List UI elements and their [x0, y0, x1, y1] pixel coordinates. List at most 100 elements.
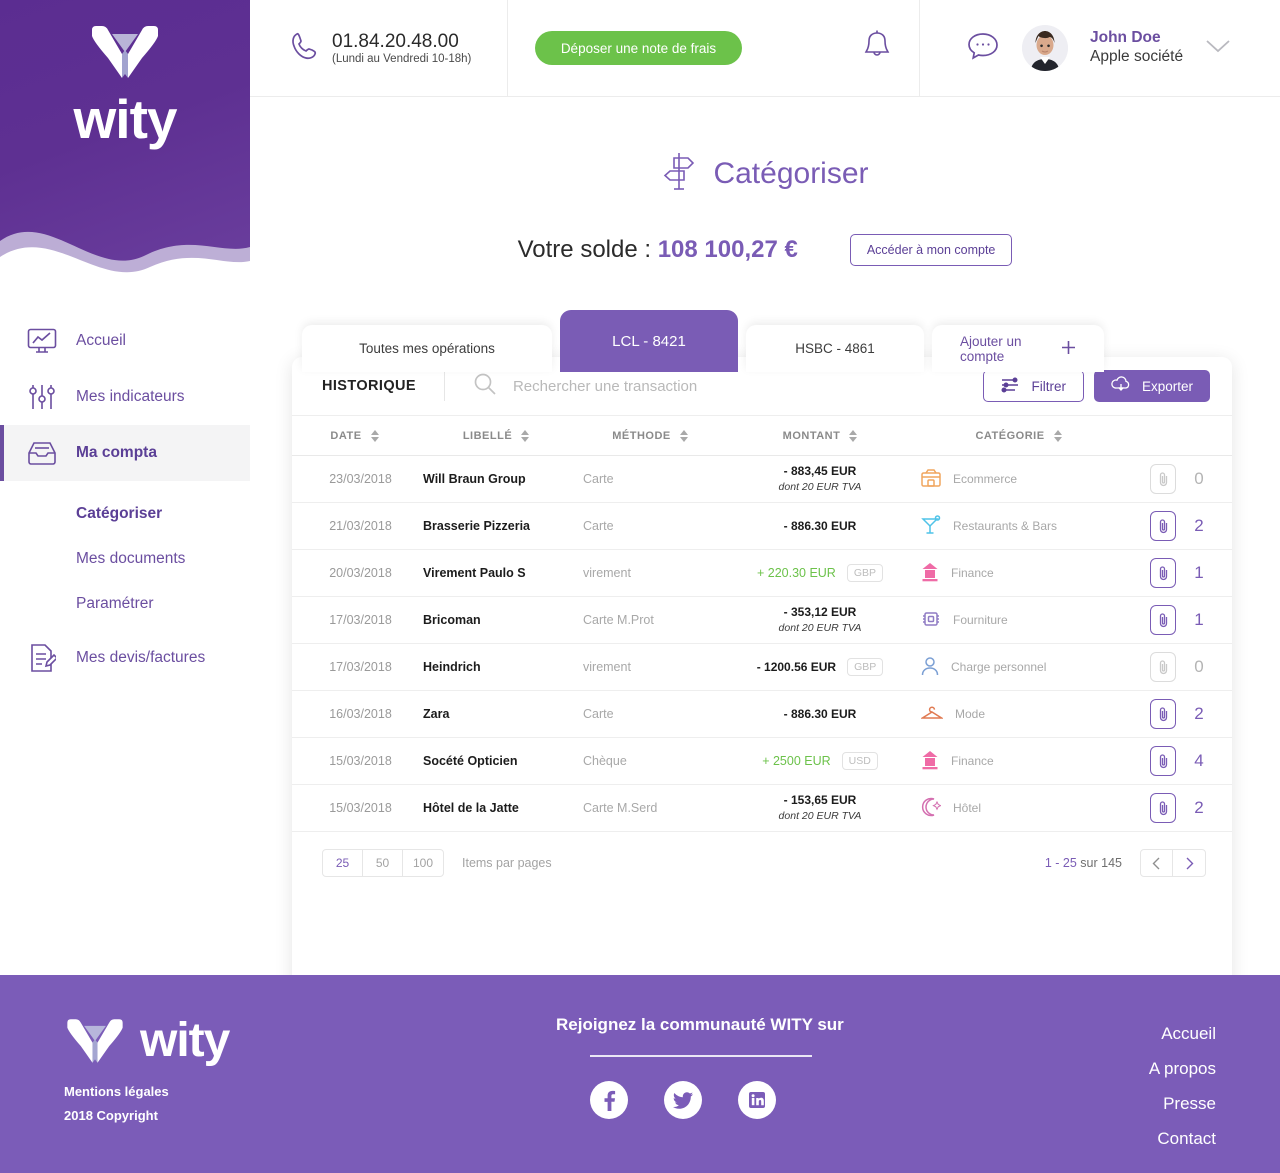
inbox-tray-icon [26, 437, 58, 469]
logo[interactable]: wity [0, 24, 250, 147]
table-row[interactable]: 15/03/2018 Socété Opticien Chèque + 2500 EU… [292, 737, 1232, 785]
cell-method: Carte [575, 690, 725, 738]
phone-number: 01.84.20.48.00 [332, 31, 459, 53]
footer-links: Accueil A propos Presse Contact [1149, 1017, 1216, 1156]
table-row[interactable]: 16/03/2018 Zara Carte - 886.30 EUR Mode 2 [292, 690, 1232, 738]
table-row[interactable]: 17/03/2018 Heindrich virement - 1200.56 EUR… [292, 643, 1232, 691]
col-categorie[interactable]: CATÉGORIE [915, 415, 1122, 456]
user-identity[interactable]: John Doe Apple société [1090, 29, 1183, 68]
table-body: 23/03/2018 Will Braun Group Carte - 883,45 … [292, 455, 1232, 832]
footer-logo[interactable]: wity [64, 1017, 230, 1065]
export-button[interactable]: Exporter [1093, 370, 1210, 402]
amount-value: - 353,12 EUR [783, 605, 857, 620]
page-size-50[interactable]: 50 [363, 850, 403, 876]
cell-amount: + 220.30 EUR GBP [725, 549, 915, 597]
col-montant[interactable]: MONTANT [725, 415, 915, 456]
category-name: Mode [955, 707, 986, 721]
sort-icon [1053, 430, 1062, 442]
cell-amount: - 886.30 EUR [725, 502, 915, 550]
footer-link-a-propos[interactable]: A propos [1149, 1052, 1216, 1087]
cell-label: Will Braun Group [417, 455, 575, 503]
linkedin-icon[interactable] [738, 1081, 776, 1119]
cloud-download-icon [1111, 376, 1131, 396]
transactions-table: DATE LIBELLÉ MÉTHODE MONTANT CATÉGORIE 2… [292, 415, 1232, 832]
sidebar-item-categoriser[interactable]: Catégoriser [0, 491, 250, 536]
twitter-icon[interactable] [664, 1081, 702, 1119]
category-name: Charge personnel [951, 660, 1047, 674]
cell-label: Socété Opticien [417, 737, 575, 785]
page-size-100[interactable]: 100 [403, 850, 443, 876]
amount-tva: dont 20 EUR TVA [778, 810, 862, 823]
paperclip-icon[interactable] [1150, 652, 1177, 682]
header-user-area: John Doe Apple société [920, 0, 1280, 96]
amount-value: + 220.30 EUR [756, 565, 836, 580]
cell-method: Carte [575, 455, 725, 503]
wave-decoration [0, 231, 250, 283]
search-input[interactable] [512, 377, 984, 395]
category-name: Restaurants & Bars [953, 519, 1058, 533]
chevron-left-icon [1152, 857, 1160, 869]
sidebar-item-ma-compta[interactable]: Ma compta [0, 425, 250, 481]
cell-category: Restaurants & Bars [915, 502, 1122, 550]
attachment-count: 4 [1194, 751, 1204, 770]
chevron-down-icon[interactable] [1205, 38, 1231, 59]
page-size-25[interactable]: 25 [323, 850, 363, 876]
sidebar-item-accueil[interactable]: Accueil [0, 313, 250, 369]
table-row[interactable]: 21/03/2018 Brasserie Pizzeria Carte - 886.3… [292, 502, 1232, 550]
signpost-icon [661, 149, 697, 198]
sidebar-item-mes-documents[interactable]: Mes documents [0, 536, 250, 581]
paperclip-icon[interactable] [1150, 746, 1177, 776]
prev-page-button[interactable] [1141, 850, 1173, 876]
table-row[interactable]: 20/03/2018 Virement Paulo Svirement + 220.… [292, 549, 1232, 597]
chat-bubble-icon[interactable] [966, 29, 1000, 68]
table-row[interactable]: 15/03/2018 Hôtel de la Jatte Carte M.Serd -… [292, 784, 1232, 832]
export-label: Exporter [1141, 378, 1193, 394]
tab-lcl-8421[interactable]: LCL - 8421 [560, 310, 738, 372]
cell-date: 15/03/2018 [292, 737, 417, 785]
sliders-icon [26, 381, 58, 413]
avatar[interactable] [1022, 25, 1068, 71]
shop-icon [921, 468, 941, 490]
footer-link-contact[interactable]: Contact [1149, 1122, 1216, 1157]
cell-amount: - 353,12 EUR dont 20 EUR TVA [725, 596, 915, 644]
sidebar-item-mes-devis-factures[interactable]: Mes devis/factures [0, 630, 250, 686]
paperclip-icon[interactable] [1150, 605, 1177, 635]
table-row[interactable]: 23/03/2018 Will Braun Group Carte - 883,45 … [292, 455, 1232, 503]
cell-label: Bricoman [417, 596, 575, 644]
paperclip-icon[interactable] [1150, 558, 1177, 588]
tab-hsbc-4861[interactable]: HSBC - 4861 [746, 325, 924, 372]
document-edit-icon [26, 642, 58, 674]
col-methode[interactable]: MÉTHODE [575, 415, 725, 456]
col-libelle[interactable]: LIBELLÉ [417, 415, 575, 456]
paperclip-icon[interactable] [1150, 793, 1177, 823]
paperclip-icon[interactable] [1150, 464, 1177, 494]
facebook-icon[interactable] [590, 1081, 628, 1119]
tab-ajouter-un-compte[interactable]: Ajouter un compte [932, 325, 1104, 372]
table-row[interactable]: 17/03/2018 Bricoman Carte M.Prot - 353,12 E… [292, 596, 1232, 644]
footer-link-accueil[interactable]: Accueil [1149, 1017, 1216, 1052]
next-page-button[interactable] [1173, 850, 1205, 876]
cell-attachments: 1 [1122, 549, 1232, 597]
go-to-account-button[interactable]: Accéder à mon compte [849, 234, 1013, 266]
amount-tva: dont 20 EUR TVA [778, 481, 862, 494]
paperclip-icon[interactable] [1150, 511, 1177, 541]
filter-button[interactable]: Filtrer [983, 370, 1084, 402]
pagination-range-current: 1 - 25 [1044, 856, 1077, 870]
sort-icon [849, 430, 858, 442]
paperclip-icon[interactable] [1150, 699, 1177, 729]
col-date[interactable]: DATE [292, 415, 417, 456]
sidebar-item-parametrer[interactable]: Paramétrer [0, 581, 250, 626]
search-field[interactable] [473, 372, 984, 401]
cell-label: Heindrich [417, 643, 575, 691]
wity-logo-icon [92, 26, 158, 78]
bell-icon[interactable] [862, 29, 892, 68]
sidebar-item-mes-indicateurs[interactable]: Mes indicateurs [0, 369, 250, 425]
deposit-expense-button[interactable]: Déposer une note de frais [534, 31, 743, 65]
footer-legal-mentions[interactable]: Mentions légales [64, 1080, 169, 1104]
amount-tva: dont 20 EUR TVA [778, 622, 862, 635]
cell-date: 23/03/2018 [292, 455, 417, 503]
footer-link-presse[interactable]: Presse [1149, 1087, 1216, 1122]
phone-hours: (Lundi au Vendredi 10-18h) [332, 52, 472, 65]
tab-toutes-mes-operations[interactable]: Toutes mes opérations [302, 325, 552, 372]
cell-amount: + 2500 EUR USD [725, 737, 915, 785]
